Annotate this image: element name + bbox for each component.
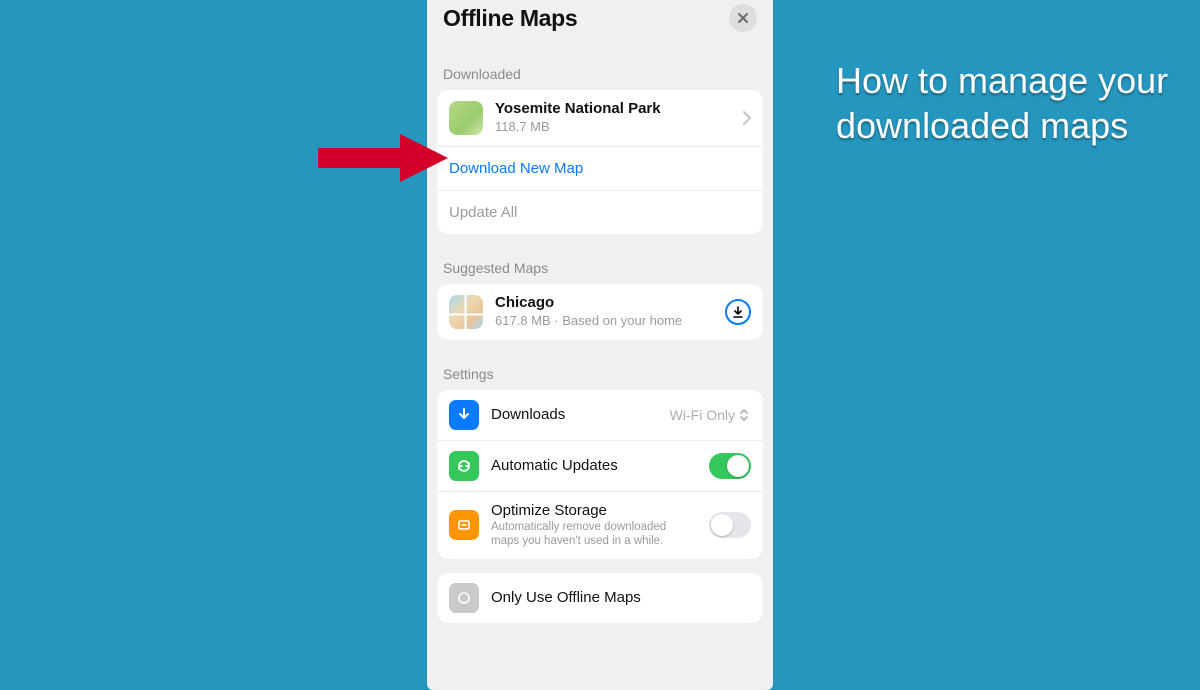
download-map-button[interactable] [725, 299, 751, 325]
map-name: Yosemite National Park [495, 100, 737, 118]
map-sub: 617.8 MB · Based on your home [495, 313, 717, 330]
section-label-downloaded: Downloaded [443, 66, 757, 82]
suggested-card: Chicago 617.8 MB · Based on your home [437, 284, 763, 340]
page-title: Offline Maps [443, 5, 577, 32]
downloaded-map-row[interactable]: Yosemite National Park 118.7 MB [437, 90, 763, 146]
optimize-storage-toggle[interactable] [709, 512, 751, 538]
section-label-settings: Settings [443, 366, 757, 382]
panel-content: Downloaded Yosemite National Park 118.7 … [427, 40, 773, 633]
setting-optimize-row: Optimize Storage Automatically remove do… [437, 491, 763, 559]
setting-auto-updates-row: Automatic Updates [437, 440, 763, 491]
downloads-icon [449, 400, 479, 430]
storage-icon [449, 510, 479, 540]
tutorial-caption: How to manage your downloaded maps [836, 58, 1176, 148]
setting-downloads-row[interactable]: Downloads Wi-Fi Only [437, 390, 763, 440]
chevron-right-icon [743, 111, 751, 125]
suggested-map-row[interactable]: Chicago 617.8 MB · Based on your home [437, 284, 763, 340]
map-thumbnail-icon [449, 101, 483, 135]
setting-info: Optimize Storage Automatically remove do… [491, 502, 709, 549]
refresh-icon [449, 451, 479, 481]
setting-label: Automatic Updates [491, 457, 618, 474]
map-info: Yosemite National Park 118.7 MB [495, 100, 737, 136]
setting-value: Wi-Fi Only [670, 407, 749, 423]
offline-maps-panel: Offline Maps Downloaded Yosemite Nationa… [427, 0, 773, 690]
downloaded-card: Yosemite National Park 118.7 MB Download… [437, 90, 763, 234]
settings-card: Downloads Wi-Fi Only Automatic Updates [437, 390, 763, 559]
map-name: Chicago [495, 294, 717, 312]
update-all-label: Update All [449, 204, 517, 221]
setting-label: Downloads [491, 406, 565, 423]
download-new-map-button[interactable]: Download New Map [437, 146, 763, 190]
setting-value-text: Wi-Fi Only [670, 407, 735, 423]
download-icon [732, 306, 744, 318]
setting-label: Optimize Storage [491, 502, 709, 519]
setting-desc: Automatically remove downloaded maps you… [491, 520, 681, 549]
map-size: 118.7 MB [495, 119, 737, 136]
setting-label: Only Use Offline Maps [491, 589, 641, 606]
download-new-map-label: Download New Map [449, 160, 583, 177]
callout-arrow-icon [318, 130, 448, 186]
close-button[interactable] [729, 4, 757, 32]
setting-offline-only-row: Only Use Offline Maps [437, 573, 763, 623]
updown-icon [739, 408, 749, 422]
auto-updates-toggle[interactable] [709, 453, 751, 479]
settings-card-2: Only Use Offline Maps [437, 573, 763, 623]
map-info: Chicago 617.8 MB · Based on your home [495, 294, 717, 330]
panel-header: Offline Maps [427, 0, 773, 40]
update-all-button[interactable]: Update All [437, 190, 763, 234]
offline-icon [449, 583, 479, 613]
map-thumbnail-icon [449, 295, 483, 329]
close-icon [737, 12, 749, 24]
section-label-suggested: Suggested Maps [443, 260, 757, 276]
